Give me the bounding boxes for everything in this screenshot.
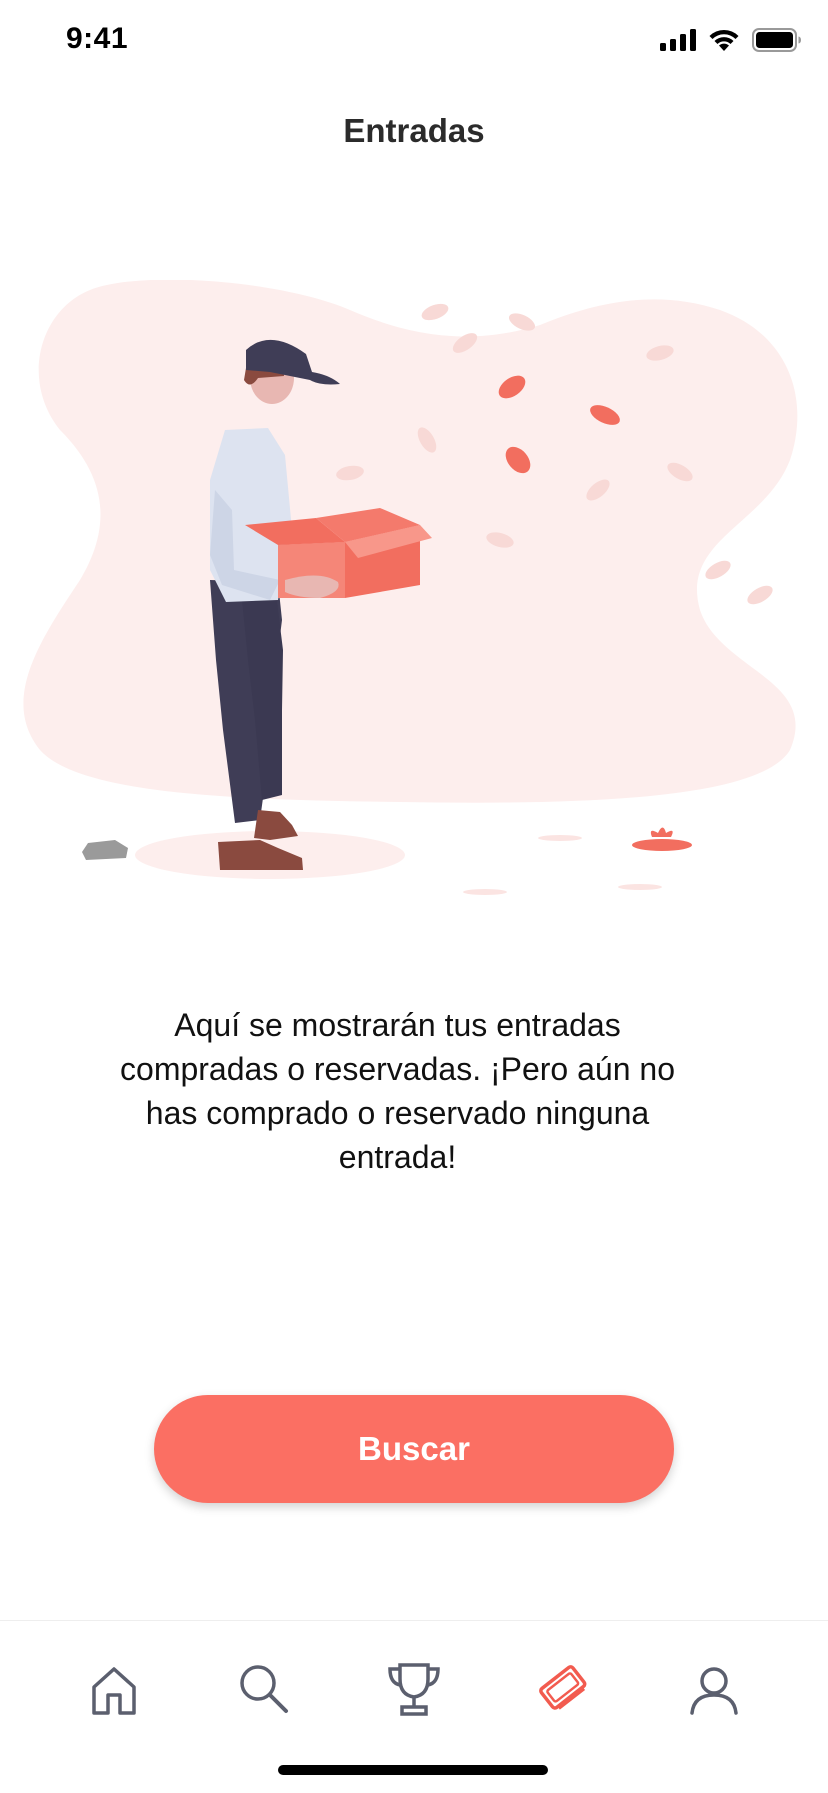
search-icon	[240, 1665, 288, 1713]
home-indicator	[278, 1765, 548, 1775]
profile-icon	[690, 1667, 738, 1715]
empty-box-illustration	[23, 280, 798, 895]
tab-tickets[interactable]	[524, 1649, 604, 1729]
tab-home[interactable]	[74, 1649, 154, 1729]
rock	[82, 840, 128, 860]
search-button[interactable]: Buscar	[154, 1395, 674, 1503]
cellular-signal-icon	[660, 29, 696, 51]
tab-trophy[interactable]	[374, 1649, 454, 1729]
battery-icon	[752, 28, 801, 52]
trophy-icon	[388, 1663, 440, 1716]
status-bar: 9:41	[0, 0, 828, 88]
status-icons	[660, 28, 802, 52]
status-time: 9:41	[66, 22, 129, 55]
page-title: Entradas	[343, 112, 485, 149]
tab-search[interactable]	[224, 1649, 304, 1729]
tab-profile[interactable]	[674, 1649, 754, 1729]
empty-state-message: Aquí se mostrarán tus entradas compradas…	[120, 1007, 675, 1175]
home-icon	[92, 1667, 136, 1715]
wifi-icon	[709, 29, 739, 51]
tickets-icon	[539, 1665, 587, 1710]
